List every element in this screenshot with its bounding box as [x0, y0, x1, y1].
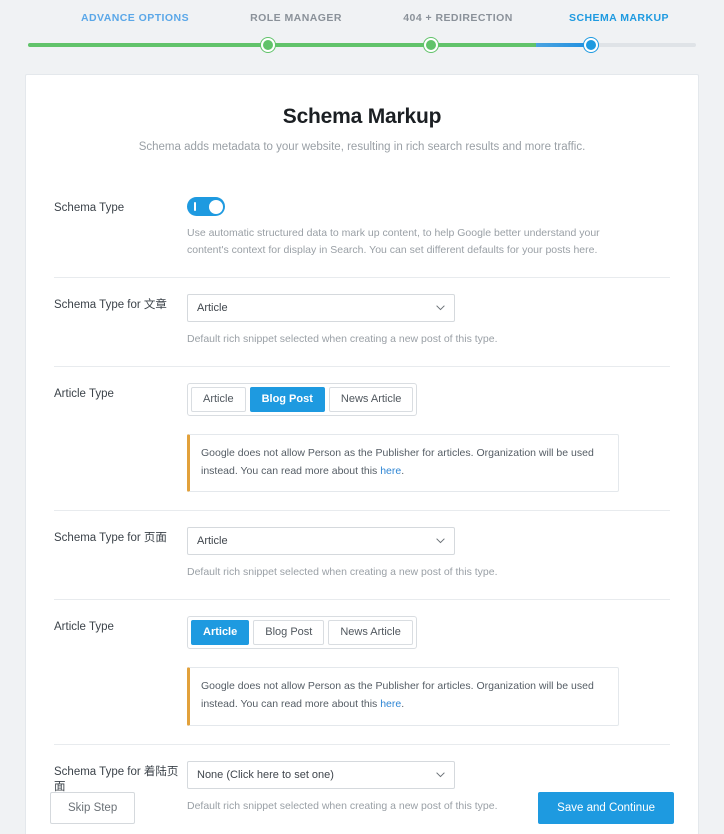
row-post-schema-type: Schema Type for 文章 Article Default rich … — [54, 278, 670, 368]
chevron-down-icon — [436, 305, 445, 311]
wizard-page: ADVANCE OPTIONS ROLE MANAGER 404 + REDIR… — [0, 0, 724, 834]
field-post-schema-type: Article Default rich snippet selected wh… — [187, 294, 670, 348]
step-node-role-manager[interactable] — [260, 37, 276, 53]
page-title: Schema Markup — [282, 105, 442, 128]
post-article-type-option-article[interactable]: Article — [191, 387, 246, 413]
notice-text-after: . — [401, 464, 405, 477]
help-page-schema-type: Default rich snippet selected when creat… — [187, 566, 498, 579]
save-and-continue-button[interactable]: Save and Continue — [538, 792, 674, 824]
field-page-article-type: Article Blog Post News Article Google do… — [187, 616, 670, 726]
step-node-schema-markup[interactable] — [583, 37, 599, 53]
step-label-advance-options[interactable]: ADVANCE OPTIONS — [81, 12, 189, 24]
page-subtitle: Schema adds metadata to your website, re… — [138, 141, 586, 153]
notice-text-after: . — [401, 697, 405, 710]
help-schema-type: Use automatic structured data to mark up… — [187, 227, 600, 257]
post-article-publisher-notice: Google does not allow Person as the Publ… — [187, 434, 619, 493]
wizard-track — [28, 34, 696, 56]
page-article-type-group: Article Blog Post News Article — [187, 616, 417, 650]
chevron-down-icon — [436, 771, 445, 778]
label-post-schema-type: Schema Type for 文章 — [54, 299, 167, 312]
card-header: Schema Markup Schema adds metadata to yo… — [26, 75, 698, 159]
field-schema-type: Use automatic structured data to mark up… — [187, 197, 670, 259]
post-schema-type-select[interactable]: Article — [187, 294, 455, 323]
label-post-article-type: Article Type — [54, 388, 114, 401]
settings-rows: Schema Type Use automatic structured dat… — [26, 159, 698, 834]
page-article-type-option-blog-post[interactable]: Blog Post — [253, 620, 325, 646]
notice-text: Google does not allow Person as the Publ… — [201, 678, 606, 713]
notice-text: Google does not allow Person as the Publ… — [201, 445, 606, 480]
wizard-footer: Skip Step Save and Continue — [25, 782, 699, 834]
page-schema-type-value: Article — [197, 535, 228, 548]
post-schema-type-value: Article — [197, 302, 228, 315]
post-article-type-option-blog-post[interactable]: Blog Post — [249, 387, 325, 413]
field-post-article-type: Article Blog Post News Article Google do… — [187, 383, 670, 493]
wizard-progress: ADVANCE OPTIONS ROLE MANAGER 404 + REDIR… — [0, 0, 724, 58]
skip-step-button[interactable]: Skip Step — [50, 792, 136, 824]
wizard-step-labels: ADVANCE OPTIONS ROLE MANAGER 404 + REDIR… — [28, 0, 696, 34]
schema-markup-card: Schema Markup Schema adds metadata to yo… — [25, 74, 699, 834]
page-article-type-option-news-article[interactable]: News Article — [328, 620, 413, 646]
row-post-article-type: Article Type Article Blog Post News Arti… — [54, 367, 670, 512]
row-schema-type: Schema Type Use automatic structured dat… — [54, 181, 670, 279]
post-article-type-group: Article Blog Post News Article — [187, 383, 418, 417]
label-page-article-type: Article Type — [54, 621, 114, 634]
landing-schema-type-value: None (Click here to set one) — [197, 768, 334, 781]
post-article-type-option-news-article[interactable]: News Article — [328, 387, 414, 413]
step-node-404-redirection[interactable] — [423, 37, 439, 53]
notice-here-link[interactable]: here — [380, 698, 401, 710]
step-label-404-redirection[interactable]: 404 + REDIRECTION — [403, 12, 512, 24]
page-article-publisher-notice: Google does not allow Person as the Publ… — [187, 667, 619, 726]
page-article-type-option-article[interactable]: Article — [191, 620, 250, 646]
label-schema-type: Schema Type — [54, 202, 125, 215]
notice-here-link[interactable]: here — [380, 465, 401, 477]
step-label-schema-markup[interactable]: SCHEMA MARKUP — [569, 12, 669, 24]
toggle-knob — [208, 199, 223, 214]
chevron-down-icon — [436, 538, 445, 544]
wizard-track-completed — [28, 43, 536, 47]
help-post-schema-type: Default rich snippet selected when creat… — [187, 333, 498, 346]
label-page-schema-type: Schema Type for 页面 — [54, 532, 167, 545]
row-page-article-type: Article Type Article Blog Post News Arti… — [54, 600, 670, 745]
schema-type-toggle[interactable] — [187, 197, 225, 217]
field-page-schema-type: Article Default rich snippet selected wh… — [187, 527, 670, 581]
step-label-role-manager[interactable]: ROLE MANAGER — [250, 12, 342, 24]
page-schema-type-select[interactable]: Article — [187, 527, 455, 556]
row-page-schema-type: Schema Type for 页面 Article Default rich … — [54, 511, 670, 601]
toggle-on-bar-icon — [194, 202, 196, 212]
